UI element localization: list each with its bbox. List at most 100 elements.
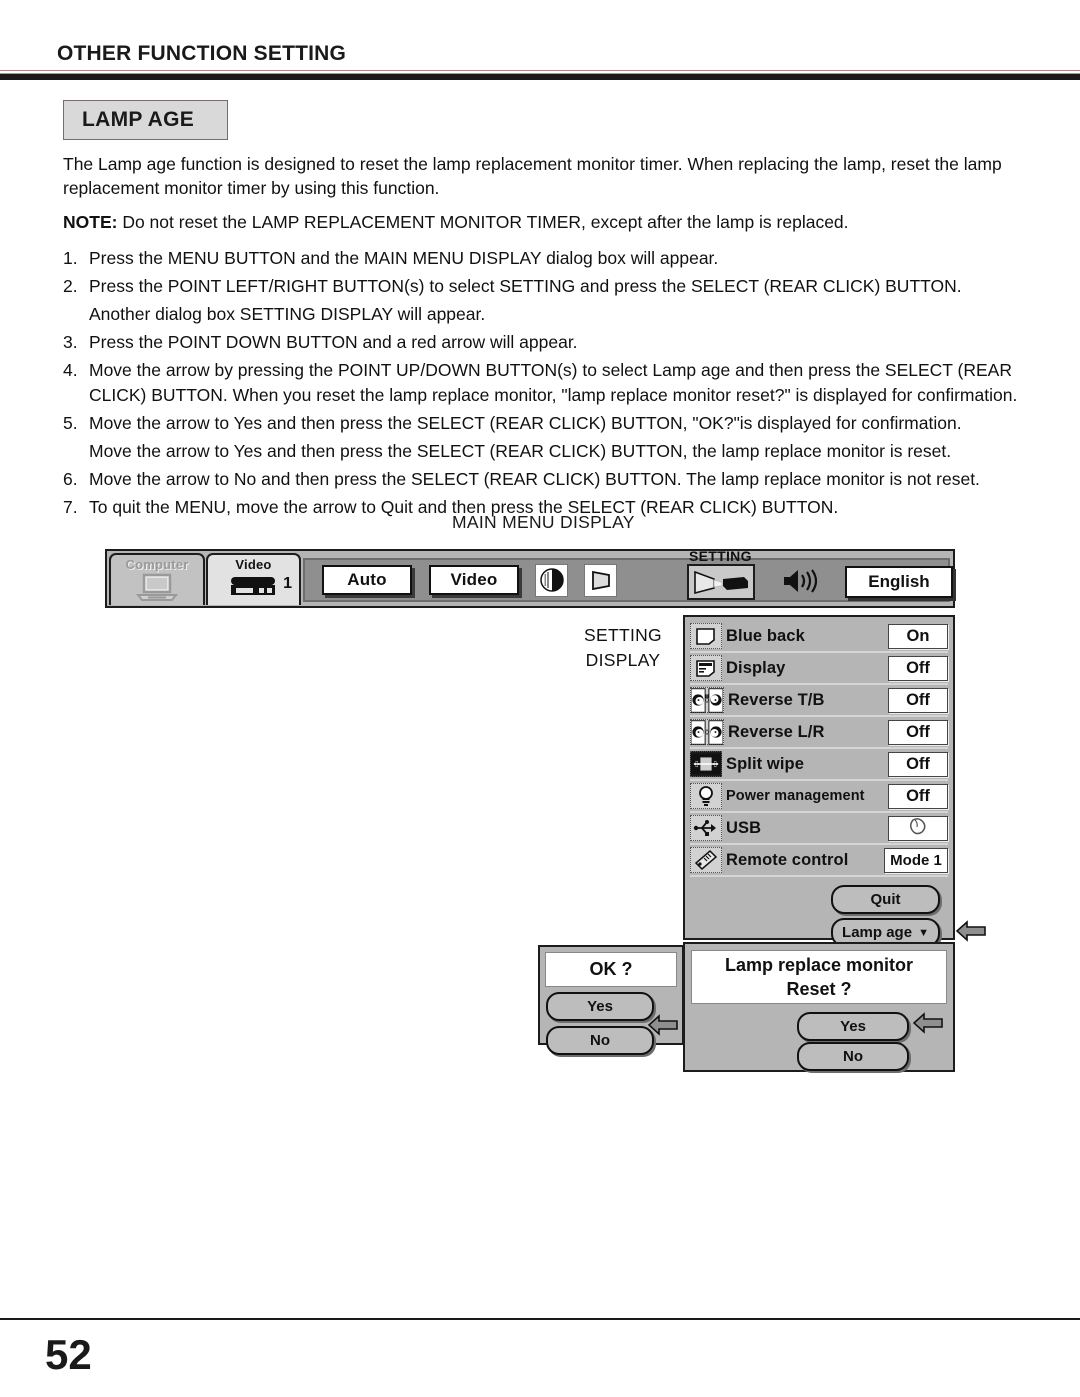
- setting-row-remote-control[interactable]: Remote control Mode 1: [690, 845, 948, 877]
- step-6: 6. Move the arrow to No and then press th…: [63, 467, 1038, 492]
- step-3-number: 3.: [63, 332, 78, 352]
- setting-row-power-management-label: Power management: [726, 788, 884, 804]
- step-1-number: 1.: [63, 248, 78, 268]
- tab-video-badge: 1: [283, 575, 292, 592]
- page-header: OTHER FUNCTION SETTING: [57, 42, 346, 66]
- step-3: 3. Press the POINT DOWN BUTTON and a red …: [63, 330, 1038, 355]
- usb-icon: [690, 815, 722, 841]
- setting-row-remote-control-label: Remote control: [726, 850, 849, 869]
- setting-row-split-wipe[interactable]: Split wipe Off: [690, 749, 948, 781]
- lamp-replace-dialog: Lamp replace monitor Reset ? Yes No: [683, 942, 955, 1072]
- setting-row-blue-back[interactable]: Blue back On: [690, 621, 948, 653]
- step-2-number: 2.: [63, 276, 78, 296]
- main-menu-display-label: MAIN MENU DISPLAY: [452, 512, 635, 532]
- step-6-number: 6.: [63, 469, 78, 489]
- osd-menubar: Computer Video 1 Auto Video SETTING Engl…: [105, 548, 955, 608]
- setting-row-blue-back-value[interactable]: On: [888, 623, 948, 649]
- substep-after-5: Move the arrow to Yes and then press the…: [89, 441, 952, 461]
- language-button[interactable]: English: [845, 566, 953, 598]
- power-management-icon: [690, 783, 722, 809]
- setting-row-remote-control-value[interactable]: Mode 1: [884, 847, 948, 873]
- step-4: 4. Move the arrow by pressing the POINT U…: [63, 358, 1038, 408]
- note-label: NOTE:: [63, 212, 118, 232]
- setting-group-title: SETTING: [689, 548, 752, 564]
- setting-row-usb[interactable]: USB: [690, 813, 948, 845]
- lamp-dialog-message-line1: Lamp replace monitor: [724, 955, 914, 975]
- setting-group: SETTING English: [665, 548, 953, 606]
- lamp-dialog-no-button[interactable]: No: [797, 1042, 909, 1071]
- setting-row-split-wipe-label: Split wipe: [726, 754, 805, 773]
- projector-icon[interactable]: [687, 564, 755, 600]
- auto-button[interactable]: Auto: [322, 565, 412, 595]
- step-1-text: Press the MENU BUTTON and the MAIN MENU …: [89, 248, 719, 268]
- step-5: 5. Move the arrow to Yes and then press t…: [63, 411, 1038, 436]
- note-text: Do not reset the LAMP REPLACEMENT MONITO…: [122, 212, 849, 232]
- step-5-number: 5.: [63, 413, 78, 433]
- setting-row-reverse-lr-value[interactable]: Off: [888, 719, 948, 745]
- keystone-icon[interactable]: [584, 563, 617, 597]
- lamp-dialog-message-line2: Reset ?: [786, 979, 852, 999]
- setting-row-usb-value[interactable]: [888, 815, 948, 841]
- tab-computer-label: Computer: [125, 557, 189, 572]
- intro-paragraph: The Lamp age function is designed to res…: [63, 154, 1002, 198]
- reverse-tb-icon: [690, 687, 724, 713]
- speaker-icon: [781, 567, 823, 600]
- lamp-dialog-message: Lamp replace monitor Reset ?: [691, 950, 947, 1004]
- section-badge: LAMP AGE: [63, 100, 228, 140]
- setting-row-reverse-lr[interactable]: Reverse L/R Off: [690, 717, 948, 749]
- setting-row-reverse-lr-label: Reverse L/R: [728, 722, 825, 741]
- body-copy: The Lamp age function is designed to res…: [63, 152, 1038, 523]
- substep-after-2: Another dialog box SETTING DISPLAY will …: [89, 304, 486, 324]
- osd-diagram: MAIN MENU DISPLAY Computer Video 1 Auto …: [0, 505, 1080, 1085]
- setting-row-display-value[interactable]: Off: [888, 655, 948, 681]
- setting-row-split-wipe-value[interactable]: Off: [888, 751, 948, 777]
- setting-display-label-line1: SETTING: [584, 625, 662, 645]
- display-icon: [690, 655, 722, 681]
- ok-dialog-no-button[interactable]: No: [546, 1026, 654, 1055]
- video-source-button[interactable]: Video: [429, 565, 519, 595]
- ok-dialog-pointer-arrow-icon: [647, 1013, 678, 1042]
- contrast-icon[interactable]: [535, 563, 568, 597]
- ok-confirm-dialog: OK ? Yes No: [538, 945, 684, 1055]
- step-4-number: 4.: [63, 360, 78, 380]
- tab-video[interactable]: Video 1: [206, 553, 301, 605]
- steps-list: 1. Press the MENU BUTTON and the MAIN MEN…: [63, 246, 1038, 520]
- ok-dialog-yes-button[interactable]: Yes: [546, 992, 654, 1021]
- setting-display-label: SETTING DISPLAY: [568, 623, 678, 673]
- lamp-dialog-yes-button[interactable]: Yes: [797, 1012, 909, 1041]
- ok-dialog-message: OK ?: [545, 952, 677, 987]
- header-rule: [0, 73, 1080, 80]
- lamp-age-pointer-arrow-icon: [955, 919, 986, 948]
- step-4-text: Move the arrow by pressing the POINT UP/…: [89, 360, 1018, 405]
- power-management-label-text: Power management: [726, 788, 865, 804]
- setting-display-label-line2: DISPLAY: [585, 650, 661, 670]
- lamp-age-button-label: Lamp age: [842, 924, 913, 941]
- reverse-lr-icon: [690, 719, 724, 745]
- quit-button[interactable]: Quit: [831, 885, 940, 914]
- vcr-icon: [228, 573, 280, 604]
- setting-row-reverse-tb[interactable]: Reverse T/B Off: [690, 685, 948, 717]
- note-paragraph: NOTE: Do not reset the LAMP REPLACEMENT …: [63, 210, 1038, 234]
- setting-row-power-management[interactable]: Power management Off: [690, 781, 948, 813]
- setting-row-usb-label: USB: [726, 818, 762, 837]
- footer-rule: [0, 1318, 1080, 1320]
- mouse-icon: [908, 817, 928, 840]
- step-2: 2. Press the POINT LEFT/RIGHT BUTTON(s) t…: [63, 274, 1038, 299]
- setting-row-display[interactable]: Display Off: [690, 653, 948, 685]
- setting-row-display-label: Display: [726, 658, 786, 677]
- laptop-icon: [135, 573, 179, 608]
- step-5-text: Move the arrow to Yes and then press the…: [89, 413, 962, 433]
- section-badge-label: LAMP AGE: [82, 108, 195, 131]
- tab-computer[interactable]: Computer: [109, 553, 205, 605]
- page-number: 52: [45, 1331, 92, 1378]
- step-1: 1. Press the MENU BUTTON and the MAIN MEN…: [63, 246, 1038, 271]
- setting-row-reverse-tb-value[interactable]: Off: [888, 687, 948, 713]
- setting-row-power-management-value[interactable]: Off: [888, 783, 948, 809]
- step-3-text: Press the POINT DOWN BUTTON and a red ar…: [89, 332, 578, 352]
- header-rule-thin: [0, 70, 1080, 71]
- split-wipe-icon: [690, 751, 722, 777]
- setting-row-reverse-tb-label: Reverse T/B: [728, 690, 825, 709]
- page-title: OTHER FUNCTION SETTING: [57, 42, 347, 65]
- step-2-text: Press the POINT LEFT/RIGHT BUTTON(s) to …: [89, 276, 962, 296]
- chevron-down-icon: ▼: [918, 926, 929, 939]
